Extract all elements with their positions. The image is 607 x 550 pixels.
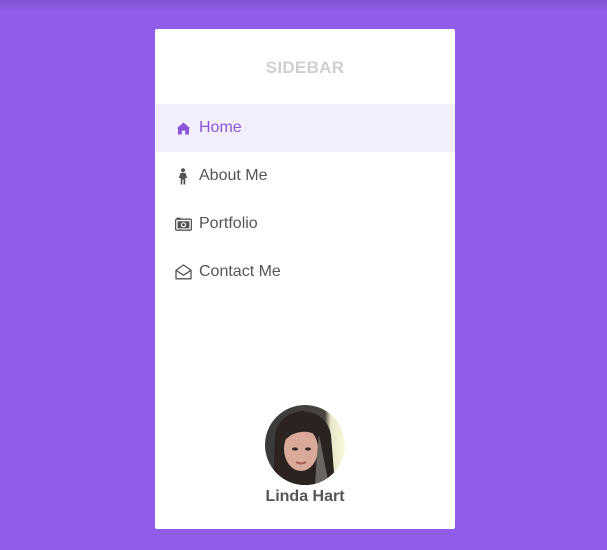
sidebar-nav: Home About Me Portfolio Contact Me (155, 104, 455, 296)
avatar[interactable] (265, 405, 345, 485)
sidebar-item-contact-me[interactable]: Contact Me (155, 248, 455, 296)
envelope-open-icon (174, 263, 192, 281)
sidebar-item-label: Contact Me (199, 263, 281, 280)
sidebar-item-home[interactable]: Home (155, 104, 455, 152)
home-icon (174, 119, 192, 137)
person-icon (174, 167, 192, 185)
sidebar-item-label: Home (199, 119, 242, 136)
sidebar-item-label: About Me (199, 167, 268, 184)
sidebar-item-label: Portfolio (199, 215, 258, 232)
profile-name: Linda Hart (265, 488, 345, 505)
sidebar-title: SIDEBAR (265, 58, 345, 77)
sidebar-item-about-me[interactable]: About Me (155, 152, 455, 200)
profile-section: Linda Hart (155, 405, 455, 506)
window-top-shadow (0, 0, 607, 12)
camera-icon (174, 215, 192, 233)
sidebar-panel: SIDEBAR Home About Me Portfolio Contact … (155, 29, 455, 529)
sidebar-item-portfolio[interactable]: Portfolio (155, 200, 455, 248)
